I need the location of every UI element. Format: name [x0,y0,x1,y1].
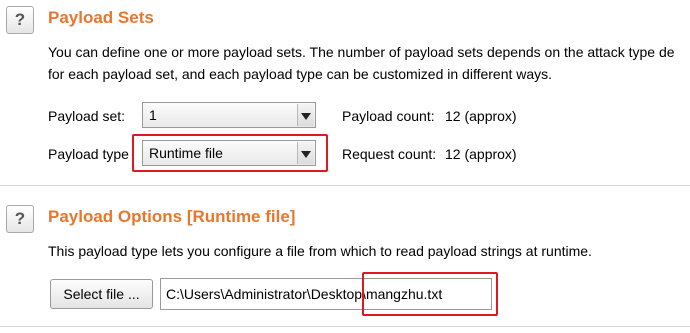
request-count-value: 12 (approx) [445,146,517,162]
payload-set-dropdown[interactable]: 1 [142,102,316,128]
select-file-button[interactable]: Select file ... [50,279,153,309]
payload-type-highlight-box [132,134,328,172]
payload-type-label: Payload type [48,146,129,162]
filename-highlight-box [362,272,498,316]
burp-intruder-payloads-panel: ? Payload Sets You can define one or mor… [0,0,690,333]
payload-set-value: 1 [149,107,157,123]
payload-count-label: Payload count: [342,108,435,124]
payload-count-value: 12 (approx) [445,108,517,124]
payload-options-help-icon[interactable]: ? [6,205,34,233]
payload-sets-title: Payload Sets [48,8,154,27]
payload-sets-description-line1: You can define one or more payload sets.… [48,44,675,60]
section-divider-bottom [0,326,690,327]
payload-options-description: This payload type lets you configure a f… [48,243,592,259]
section-divider [0,185,690,186]
request-count-label: Request count: [342,146,437,162]
payload-sets-help-icon[interactable]: ? [6,6,34,34]
payload-sets-description-line2: for each payload set, and each payload t… [48,66,553,82]
chevron-down-icon [297,104,314,126]
payload-set-label: Payload set: [48,108,126,124]
payload-options-title: Payload Options [Runtime file] [48,207,296,226]
